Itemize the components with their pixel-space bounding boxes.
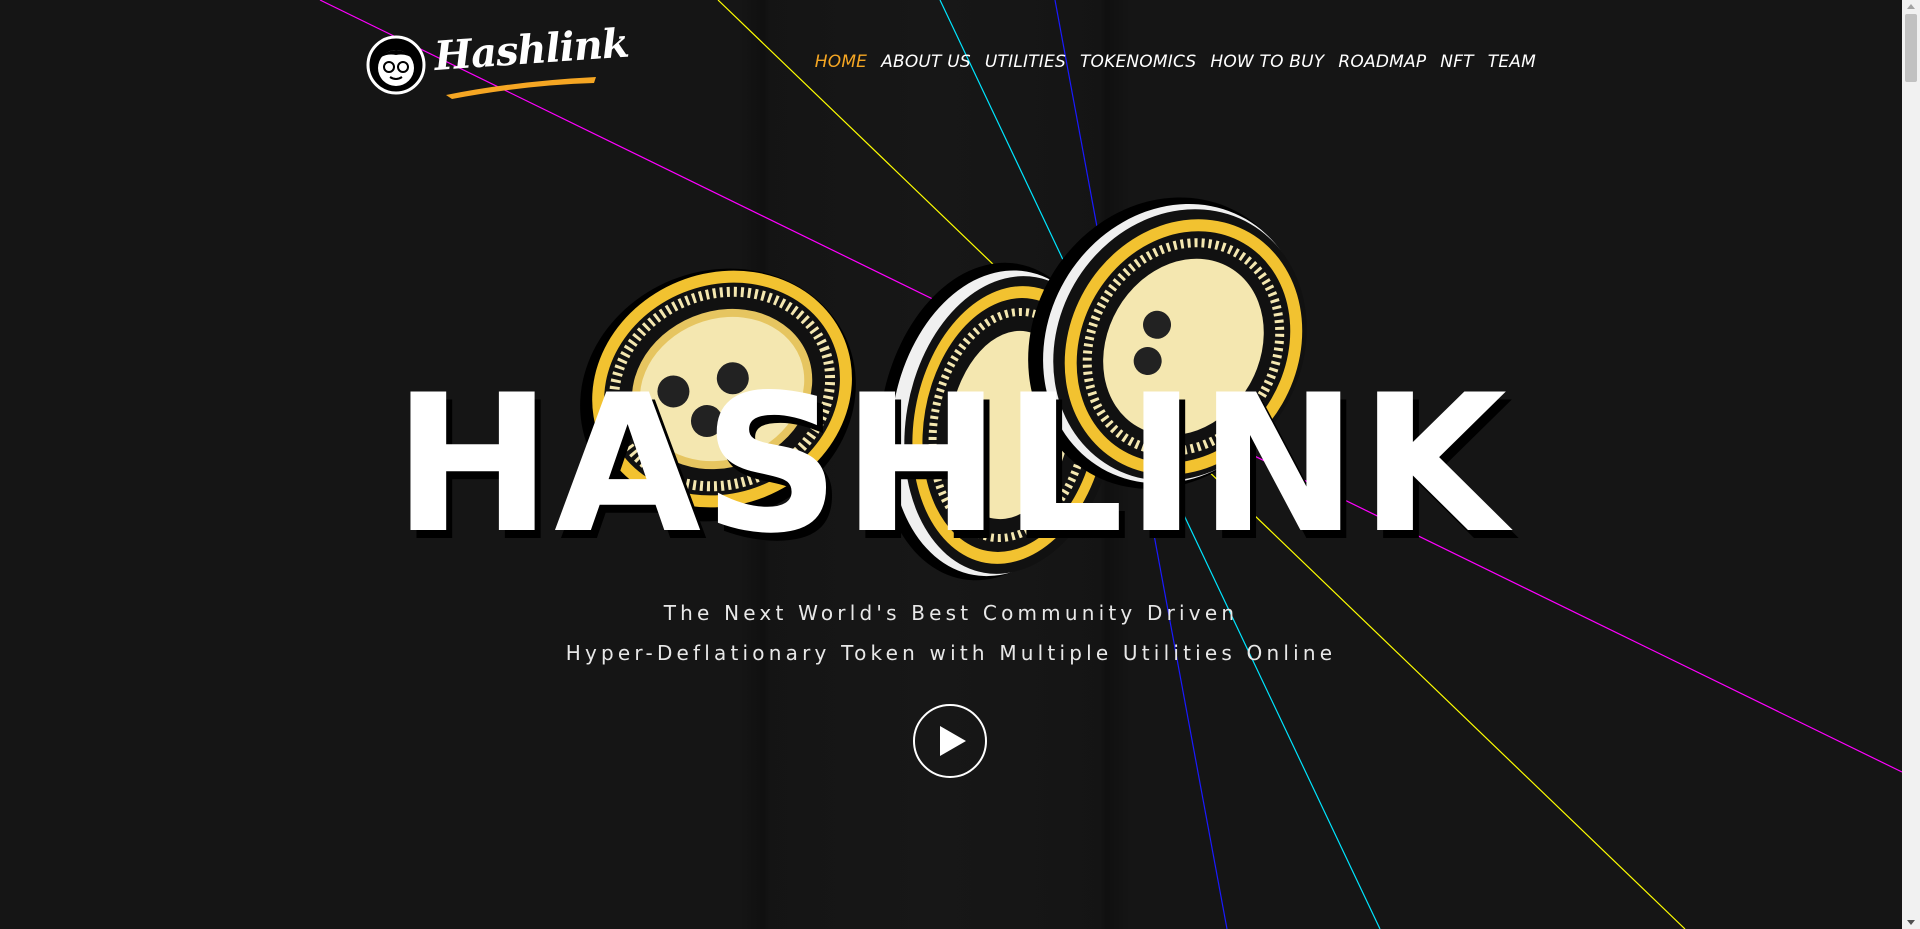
nav-utilities[interactable]: UTILITIES [985,52,1066,72]
nav-team[interactable]: TEAM [1488,52,1536,72]
main-nav: HOME ABOUT US UTILITIES TOKENOMICS HOW T… [815,52,1536,72]
scroll-up-arrow-icon[interactable] [1907,4,1915,9]
mascot-logo-icon [366,35,426,95]
vertical-scrollbar[interactable] [1902,0,1920,929]
nav-tokenomics[interactable]: TOKENOMICS [1080,52,1196,72]
nav-roadmap[interactable]: ROADMAP [1338,52,1426,72]
nav-about-us[interactable]: ABOUT US [881,52,971,72]
play-icon [940,726,966,756]
site-logo[interactable]: Hashlink [366,20,630,99]
nav-nft[interactable]: NFT [1440,52,1473,72]
hero-subtitle-line-1: The Next World's Best Community Driven [663,601,1239,625]
logo-swoosh [446,77,596,99]
scrollbar-thumb[interactable] [1905,14,1917,82]
hero-subtitle-line-2: Hyper-Deflationary Token with Multiple U… [565,641,1337,665]
site-header: Hashlink HOME ABOUT US UTILITIES TOKENOM… [366,20,1536,100]
page: Hashlink HOME ABOUT US UTILITIES TOKENOM… [0,0,1920,929]
hero-title: HASHLINK [393,354,1509,575]
play-video-button[interactable] [913,704,987,778]
hero-subtitle: The Next World's Best Community Driven H… [0,593,1902,673]
nav-home[interactable]: HOME [815,52,867,72]
scroll-down-arrow-icon[interactable] [1907,920,1915,925]
nav-how-to-buy[interactable]: HOW TO BUY [1210,52,1324,72]
